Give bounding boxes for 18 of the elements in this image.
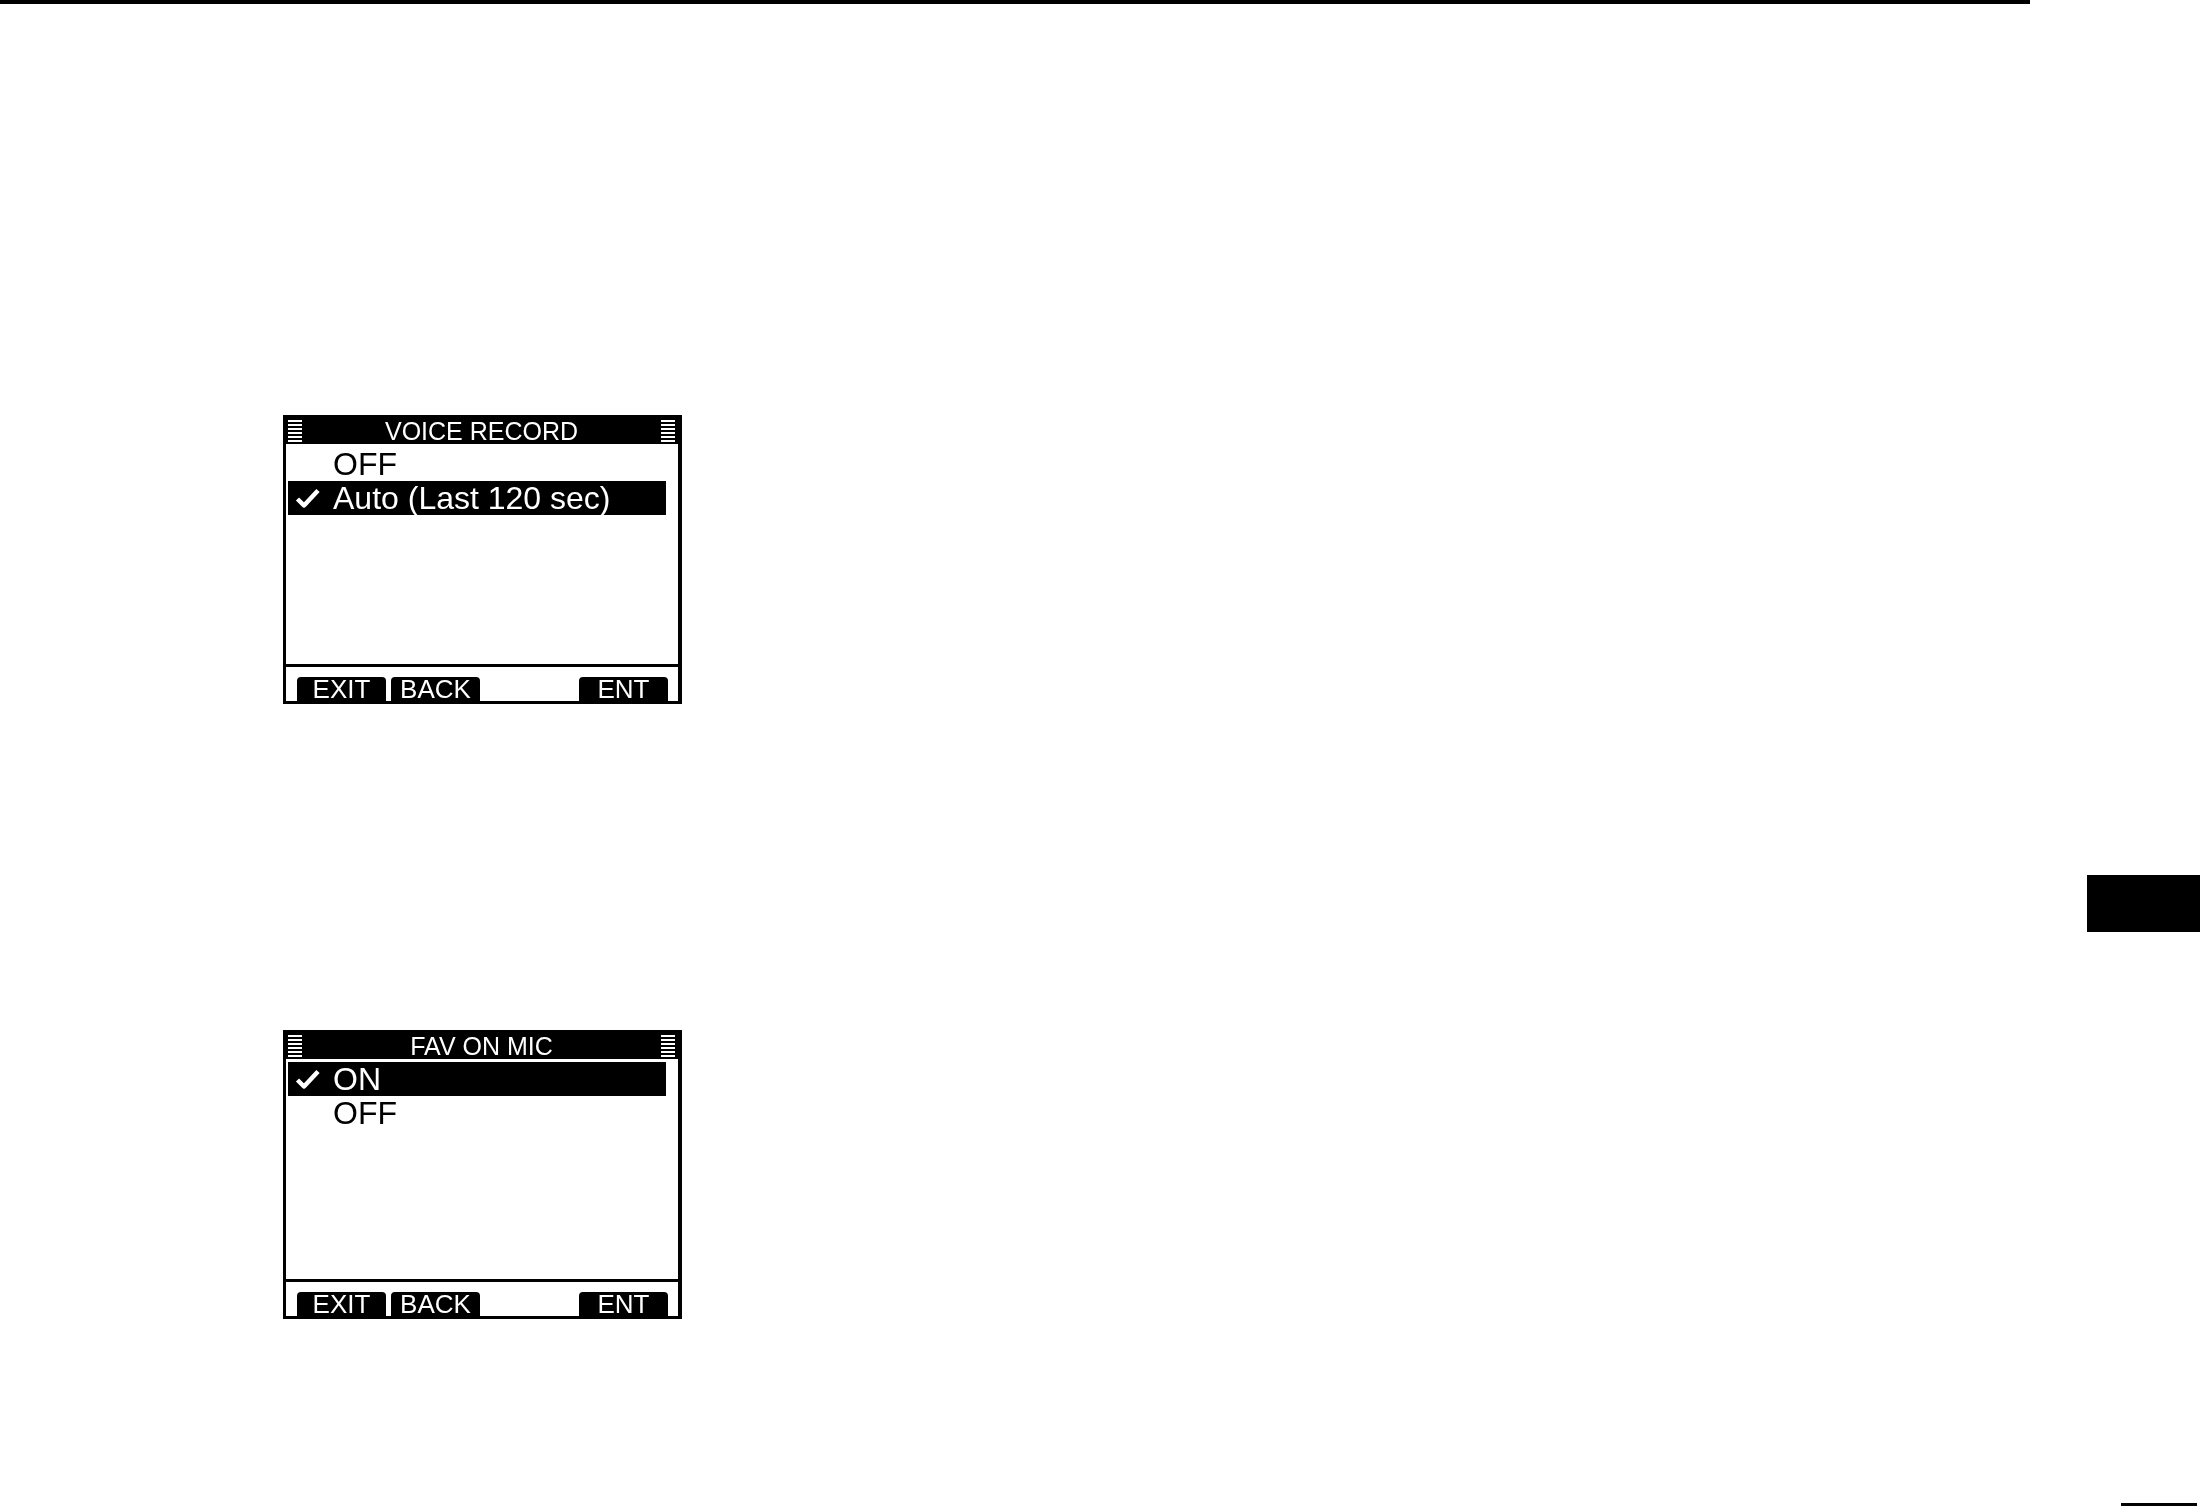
menu-option[interactable]: ON: [288, 1062, 666, 1096]
softkey-button[interactable]: BACK: [391, 677, 480, 701]
softkey-button[interactable]: EXIT: [297, 677, 386, 701]
softkey-button[interactable]: ENT: [579, 677, 668, 701]
menu-option[interactable]: OFF: [288, 1096, 666, 1130]
softkey-button[interactable]: ENT: [579, 1292, 668, 1316]
menu-icon: [288, 1035, 302, 1057]
softkey-button[interactable]: BACK: [391, 1292, 480, 1316]
menu-icon: [661, 1035, 675, 1057]
checkmark-icon: [295, 488, 320, 508]
softkey-button[interactable]: EXIT: [297, 1292, 386, 1316]
menu-icon: [661, 420, 675, 442]
menu-option[interactable]: Auto (Last 120 sec): [288, 481, 666, 515]
menu-option[interactable]: OFF: [288, 447, 666, 481]
screen-title: VOICE RECORD: [384, 418, 579, 444]
checkmark-icon: [295, 1069, 320, 1089]
screen-title: FAV ON MIC: [410, 1033, 553, 1059]
menu-icon: [288, 420, 302, 442]
